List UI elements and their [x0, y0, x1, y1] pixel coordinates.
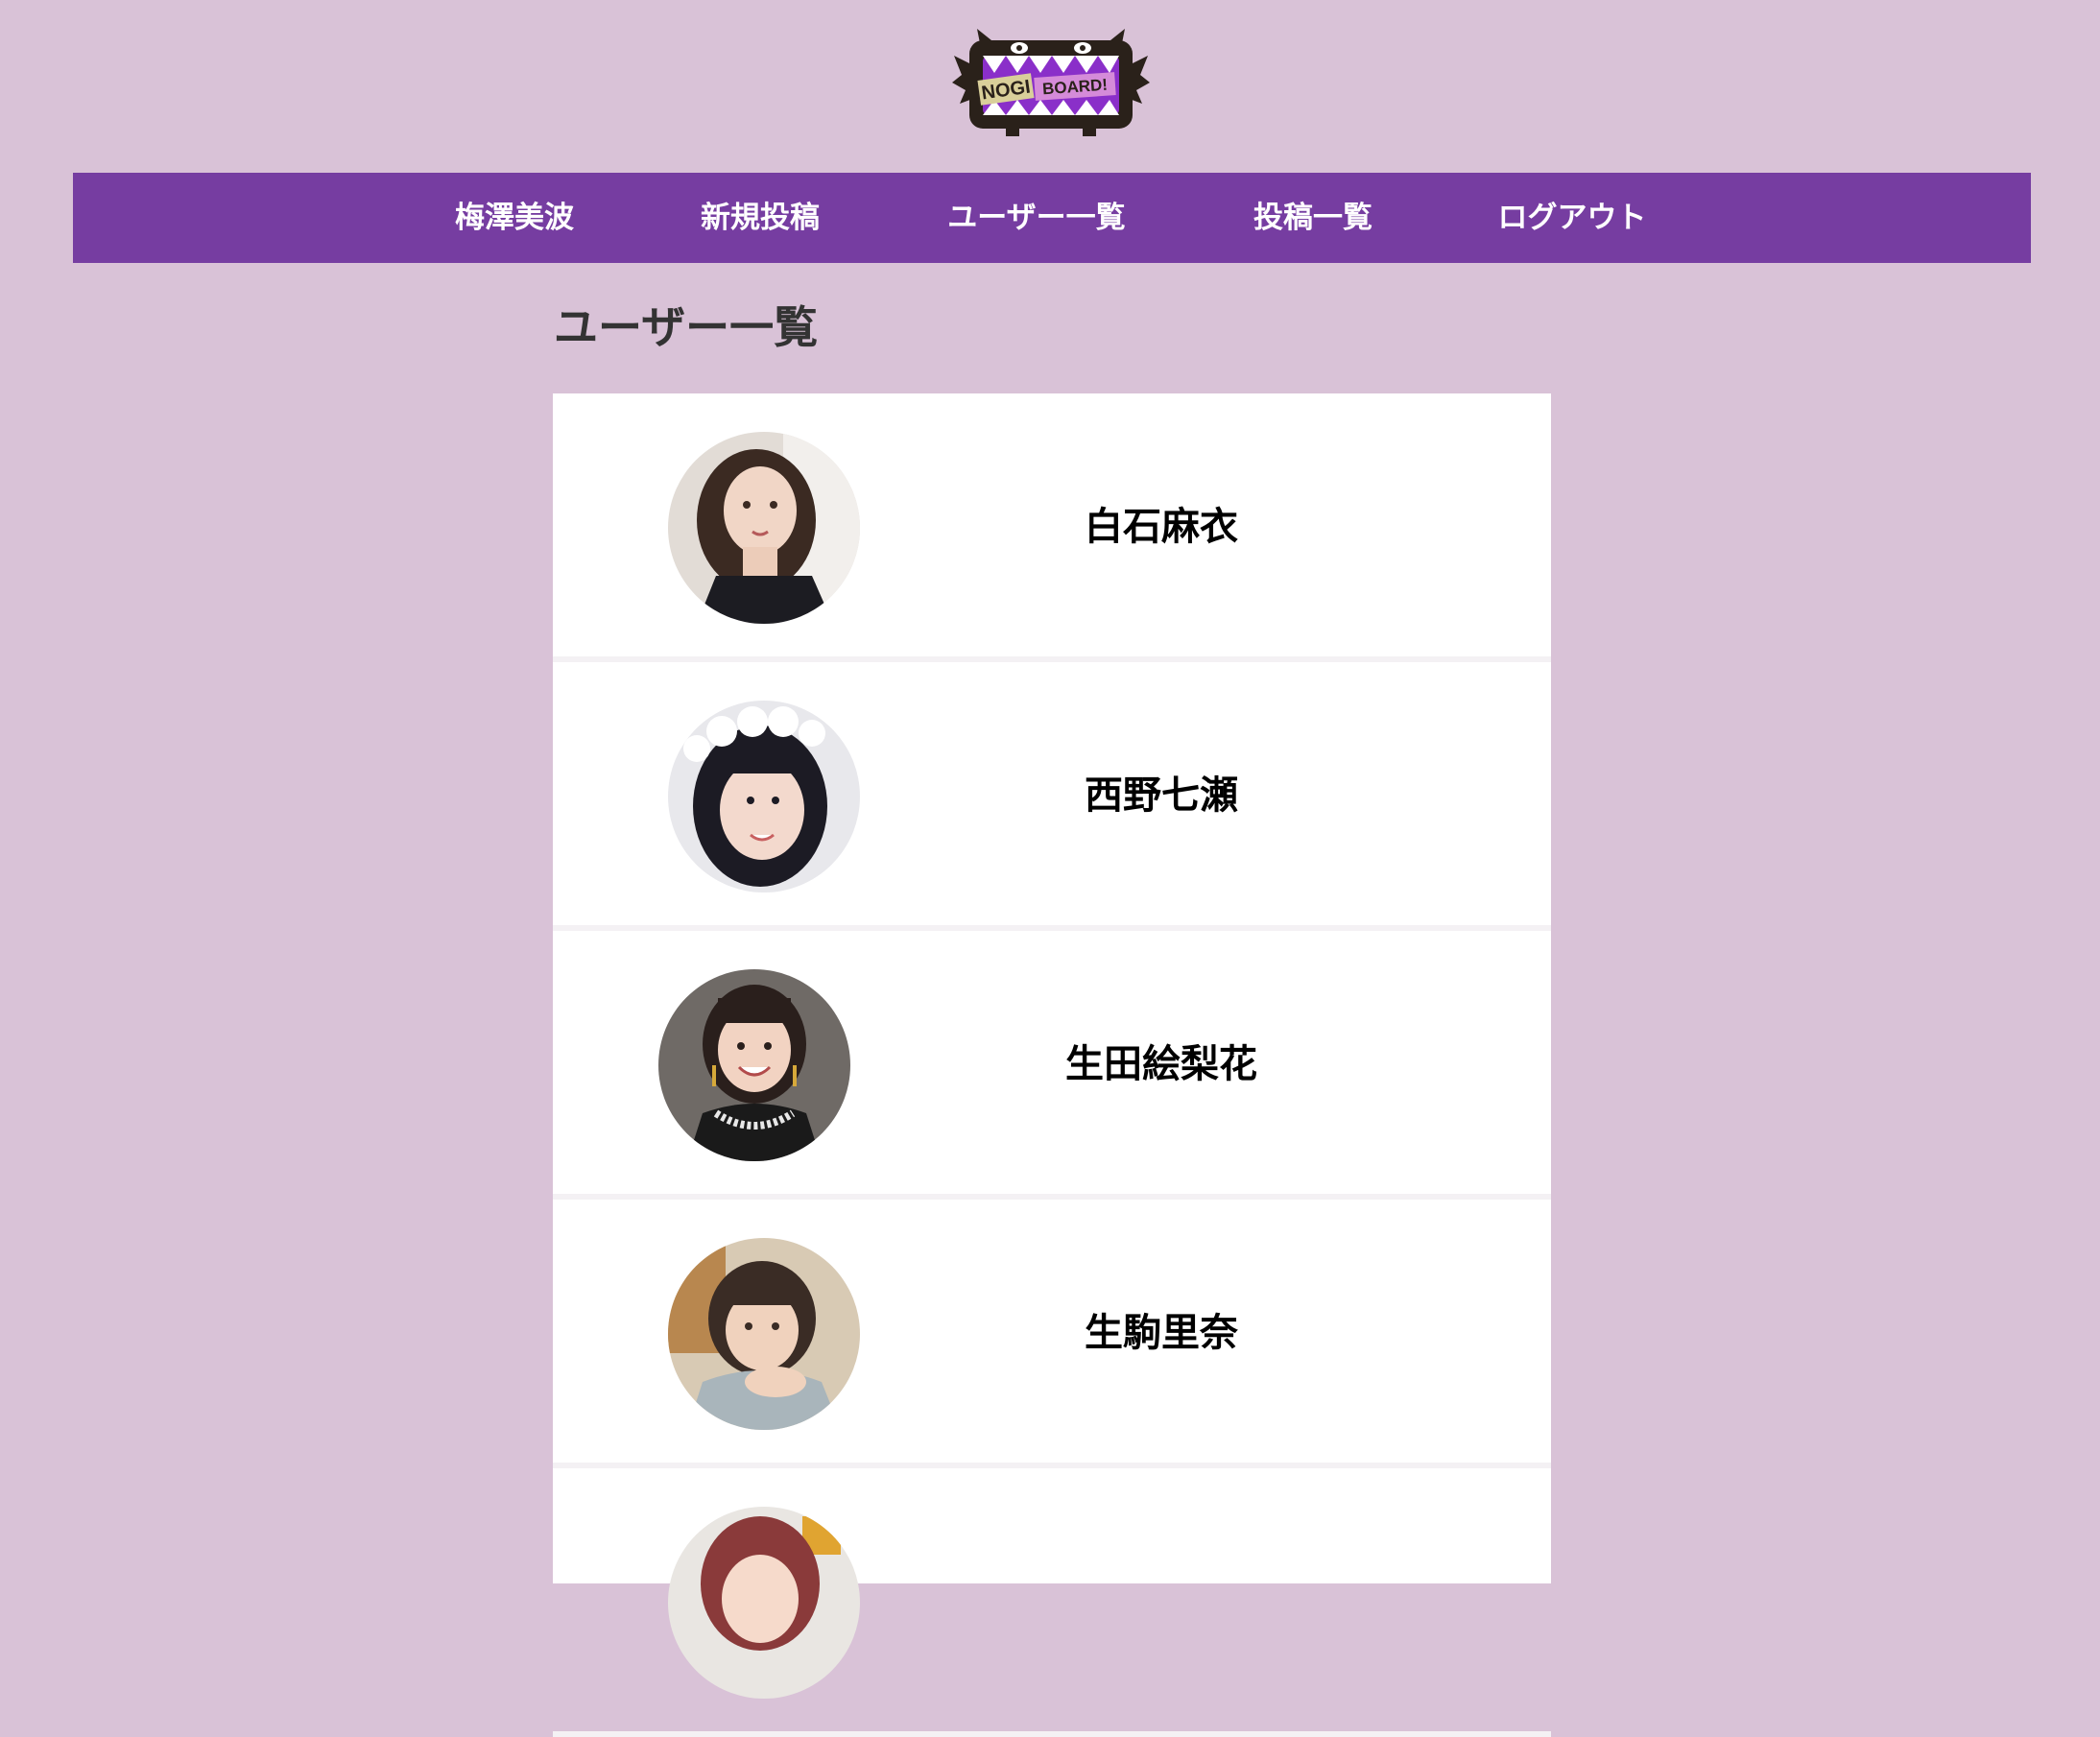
user-list: 白石麻衣 西野七瀬 生田絵梨花 生駒里奈	[553, 393, 1551, 1737]
user-name: 西野七瀬	[1085, 773, 1238, 818]
user-card[interactable]: 生田絵梨花	[553, 931, 1551, 1200]
page-title: ユーザー一覧	[554, 301, 819, 353]
nav-item-user-list[interactable]: ユーザー一覧	[947, 173, 1125, 263]
avatar-photo-icon	[668, 701, 860, 892]
avatar-photo-icon	[658, 969, 850, 1161]
user-card[interactable]: 西野七瀬	[553, 662, 1551, 931]
nav-item-username[interactable]: 梅澤美波	[455, 173, 574, 263]
nav-item-logout[interactable]: ログアウト	[1498, 173, 1647, 263]
avatar-photo-icon	[668, 1238, 860, 1430]
user-card[interactable]: 生駒里奈	[553, 1200, 1551, 1468]
user-avatar	[668, 432, 860, 624]
nav-item-new-post[interactable]: 新規投稿	[701, 173, 820, 263]
avatar-photo-icon	[668, 1507, 860, 1699]
site-logo[interactable]: NOGI BOARD!	[952, 27, 1150, 140]
user-card[interactable]	[553, 1468, 1551, 1737]
user-avatar	[668, 1238, 860, 1430]
user-card[interactable]: 白石麻衣	[553, 393, 1551, 662]
user-name: 生田絵梨花	[1065, 1042, 1257, 1086]
user-name: 白石麻衣	[1085, 505, 1238, 549]
user-avatar	[668, 701, 860, 892]
avatar-photo-icon	[668, 432, 860, 624]
user-avatar	[668, 1507, 860, 1699]
nav-item-post-list[interactable]: 投稿一覧	[1253, 173, 1372, 263]
main-nav: 梅澤美波 新規投稿 ユーザー一覧 投稿一覧 ログアウト	[73, 173, 2031, 263]
user-name: 生駒里奈	[1085, 1311, 1238, 1355]
monster-logo-icon: NOGI BOARD!	[952, 29, 1150, 136]
user-avatar	[658, 969, 850, 1161]
